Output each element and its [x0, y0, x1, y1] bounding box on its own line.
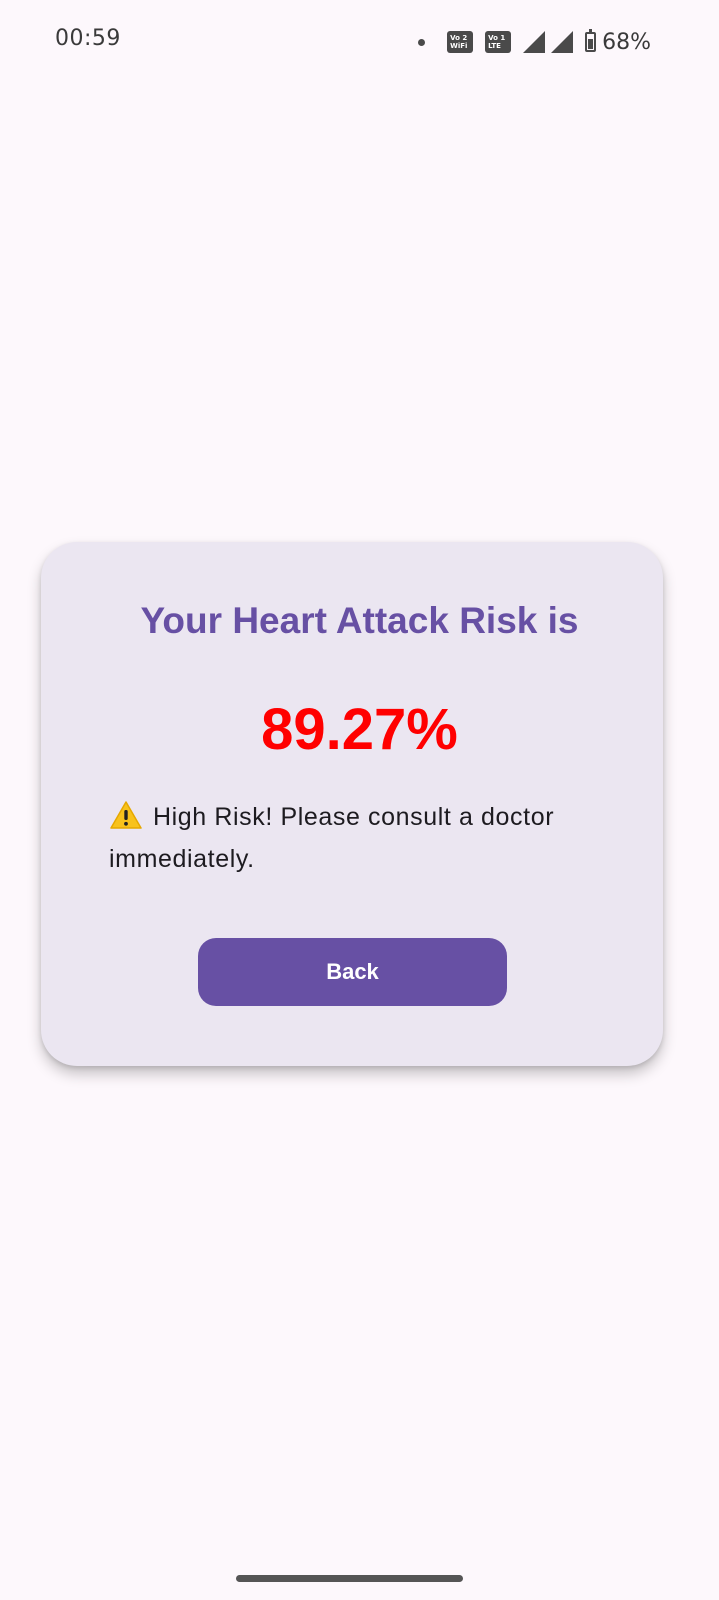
warning-icon — [110, 801, 142, 829]
gesture-navigation-handle[interactable] — [236, 1575, 463, 1582]
back-button[interactable]: Back — [198, 938, 507, 1006]
result-title: Your Heart Attack Risk is — [140, 600, 579, 641]
risk-percentage: 89.27% — [261, 697, 458, 762]
vowifi-top-label: Vo 2 — [450, 34, 468, 42]
battery-level — [588, 39, 594, 49]
status-bar: 00:59 Vo 2 WiFi Vo 1 LTE 68% — [0, 0, 719, 84]
status-icons: Vo 2 WiFi Vo 1 LTE 68% — [418, 28, 651, 56]
volte-bottom-label: LTE — [488, 42, 501, 50]
vowifi-icon: Vo 2 WiFi — [447, 31, 474, 53]
warning-text: High Risk! Please consult a doctor immed… — [109, 803, 555, 873]
signal-2-icon — [551, 31, 574, 53]
vowifi-bottom-label: WiFi — [450, 42, 468, 50]
signal-1-icon — [523, 31, 546, 53]
volte-icon: Vo 1 LTE — [485, 31, 512, 53]
volte-top-label: Vo 1 — [488, 34, 506, 42]
battery-percent: 68% — [602, 29, 651, 55]
battery-icon — [585, 29, 597, 52]
status-time: 00:59 — [55, 26, 121, 51]
notification-dot-icon — [418, 38, 426, 46]
warning-message-block: High Risk! Please consult a doctor immed… — [109, 796, 609, 880]
